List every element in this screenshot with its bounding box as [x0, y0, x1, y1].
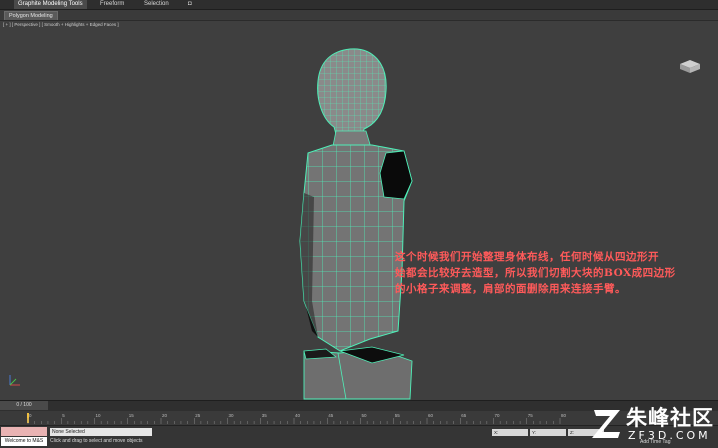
timeline-tick-label: 35 [262, 413, 268, 418]
timeline-tick-label: 55 [395, 413, 401, 418]
time-slider[interactable]: 0 / 100 [0, 401, 48, 410]
head-mesh [317, 48, 387, 142]
timeline-tick-label: 80 [561, 413, 567, 418]
timeline-tick-label: 50 [362, 413, 368, 418]
watermark-cn: 朱峰社区 [626, 406, 714, 430]
timeline-tick-label: 65 [461, 413, 467, 418]
y-coordinate-field[interactable]: Y: [530, 429, 566, 436]
tutorial-caption: 这个时候我们开始整理身体布线，任何时候从四边形开 始都会比较好去造型，所以我们切… [395, 249, 718, 297]
selection-status: None Selected [50, 428, 152, 436]
torso-mesh[interactable] [0, 21, 718, 400]
timeline-tick-label: 10 [96, 413, 102, 418]
timeline-tick-label: 30 [229, 413, 235, 418]
ribbon-subpanel: Polygon Modeling [0, 10, 718, 21]
tab-freeform[interactable]: Freeform [96, 0, 128, 9]
timeline-tick-label: 25 [195, 413, 201, 418]
axis-tripod-icon [9, 375, 20, 386]
watermark-en: ZF3D.COM [628, 429, 711, 442]
timeline-tick-label: 40 [295, 413, 301, 418]
perspective-viewport[interactable]: [ + ] [ Perspective ] [ Smooth + Highlig… [0, 20, 718, 400]
watermark: 朱峰社区 ZF3D.COM [590, 402, 718, 447]
welcome-field[interactable]: Welcome to M&S [1, 437, 47, 446]
torso-body [299, 144, 413, 352]
timeline-tick-label: 60 [428, 413, 434, 418]
timeline-tick-label: 15 [129, 413, 135, 418]
maxscript-listener[interactable] [1, 427, 47, 436]
prompt-line: Click and drag to select and move object… [50, 438, 143, 444]
zf3d-logo-icon [592, 410, 620, 438]
timeline-tick-label: 75 [528, 413, 534, 418]
tab-selection[interactable]: Selection [140, 0, 173, 9]
timeline-tick-label: 45 [328, 413, 334, 418]
ribbon-bar: Graphite Modeling Tools Freeform Selecti… [0, 0, 718, 10]
caption-line: 始都会比较好去造型，所以我们切割大块的BOX成四边形 [395, 267, 676, 279]
caption-line: 的小格子来调整，肩部的面删除用来连接手臂。 [395, 283, 626, 295]
x-coordinate-field[interactable]: X: [492, 429, 528, 436]
tab-graphite-modeling-tools[interactable]: Graphite Modeling Tools [14, 0, 87, 9]
caption-line: 这个时候我们开始整理身体布线，任何时候从四边形开 [395, 251, 659, 263]
ribbon-options-icon[interactable]: ◘ [184, 0, 196, 9]
timeline-tick-label: 20 [162, 413, 168, 418]
timeline-tick-label: 70 [495, 413, 501, 418]
leg-boxes [303, 346, 413, 400]
viewcube-icon[interactable] [678, 58, 702, 74]
